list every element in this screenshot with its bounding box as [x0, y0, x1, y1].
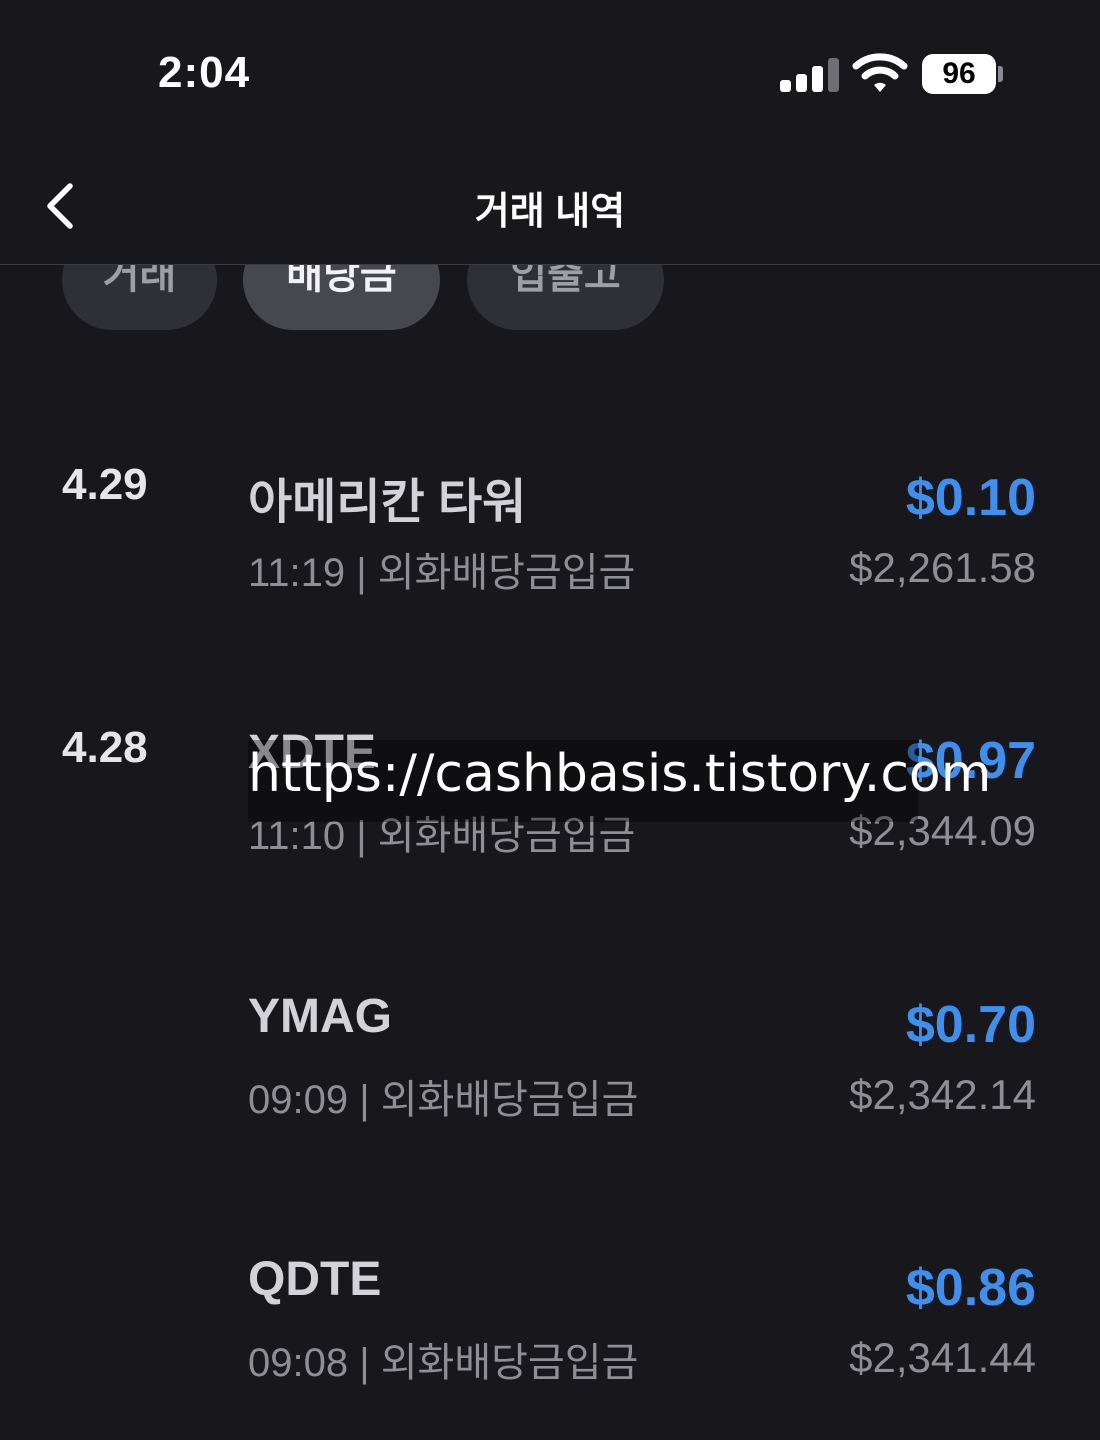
transaction-date: 4.28 — [62, 723, 148, 772]
transaction-amount: $0.10 — [905, 469, 1036, 527]
battery-icon: 96 — [922, 54, 996, 94]
transaction-row[interactable]: YMAG 09:09 | 외화배당금입금 $0.70 $2,342.14 — [0, 957, 1100, 1122]
transaction-balance: $2,342.14 — [849, 1071, 1036, 1118]
battery-tip — [998, 66, 1003, 82]
transaction-name: QDTE — [248, 1253, 382, 1306]
nav-bar: 거래 내역 — [0, 150, 1100, 265]
page-title: 거래 내역 — [474, 191, 626, 233]
transaction-name: 아메리칸 타워 — [248, 476, 527, 529]
watermark: https://cashbasis.tistory.com — [248, 740, 991, 822]
transaction-row[interactable]: QDTE 09:08 | 외화배당금입금 $0.86 $2,341.44 — [0, 1220, 1100, 1385]
transaction-detail: 11:19 | 외화배당금입금 — [248, 551, 636, 595]
transaction-amount: $0.70 — [905, 996, 1036, 1054]
transaction-balance: $2,261.58 — [849, 544, 1036, 591]
wifi-icon — [852, 53, 908, 92]
transaction-row[interactable]: 4.29 아메리칸 타워 11:19 | 외화배당금입금 $0.10 $2,26… — [0, 430, 1100, 595]
transaction-detail: 09:08 | 외화배당금입금 — [248, 1341, 639, 1385]
status-time: 2:04 — [158, 48, 251, 97]
transaction-amount: $0.86 — [905, 1259, 1036, 1317]
cellular-signal-icon — [780, 58, 840, 92]
transaction-detail: 09:09 | 외화배당금입금 — [248, 1078, 639, 1122]
status-bar: 2:04 96 — [0, 0, 1100, 150]
transaction-name: YMAG — [248, 990, 392, 1043]
transaction-balance: $2,341.44 — [849, 1334, 1036, 1381]
watermark-text: https://cashbasis.tistory.com — [248, 744, 992, 804]
transaction-date: 4.29 — [62, 460, 148, 509]
